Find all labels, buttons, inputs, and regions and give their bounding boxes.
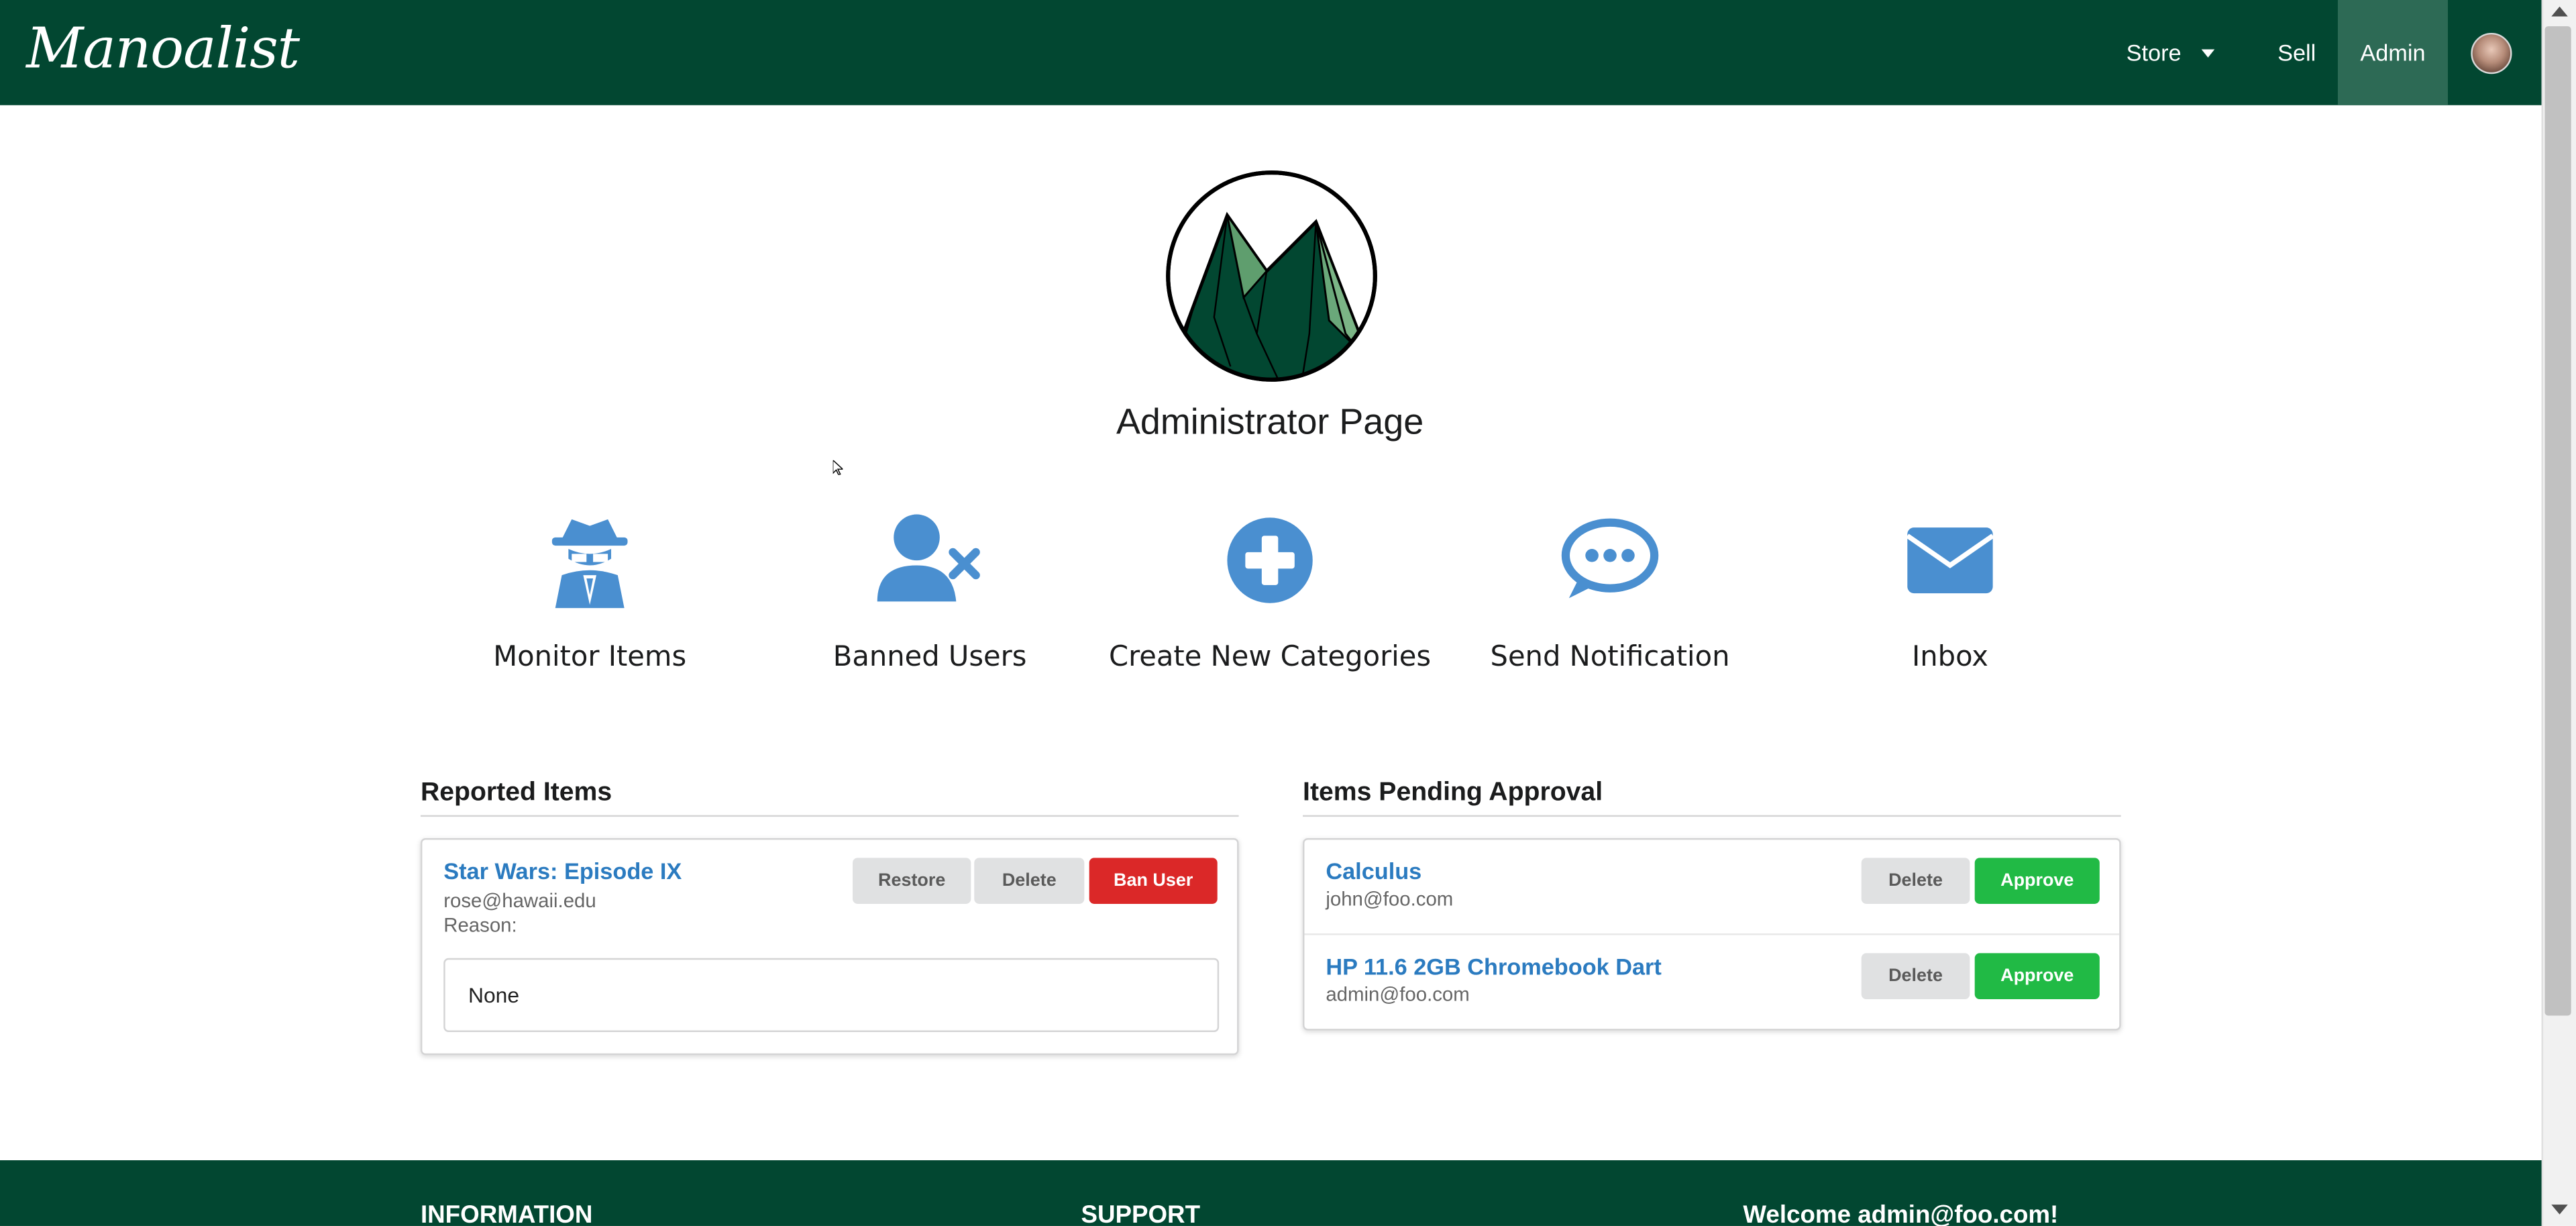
list-item: HP 11.6 2GB Chromebook Dart admin@foo.co… [1304,933,2120,1029]
approve-button[interactable]: Approve [1974,953,2100,999]
delete-button[interactable]: Delete [974,858,1085,904]
tile-label: Banned Users [833,641,1027,674]
page-root: Manoalist Store Sell Admin Administrator… [0,0,2576,1226]
reason-text: None [443,958,1220,1032]
page-title: Administrator Page [1116,401,1424,442]
scroll-up-arrow-icon[interactable] [2551,6,2568,17]
sell-link[interactable]: Sell [2261,0,2333,105]
store-label: Store [2126,39,2182,66]
tile-label: Inbox [1911,641,1988,674]
pending-approval-heading: Items Pending Approval [1303,779,2121,817]
tile-label: Monitor Items [493,641,687,674]
reported-items-card: Star Wars: Episode IX rose@hawaii.edu Re… [420,837,1239,1056]
approve-button[interactable]: Approve [1974,858,2100,904]
monitor-items-tile[interactable]: Monitor Items [425,509,754,674]
banned-users-tile[interactable]: Banned Users [765,509,1094,674]
top-navbar: Manoalist Store Sell Admin [0,0,2542,105]
ban-user-button[interactable]: Ban User [1089,858,1218,904]
caret-down-icon [2201,48,2214,57]
item-title-link[interactable]: Star Wars: Episode IX [443,858,682,884]
pending-items-card: Calculus john@foo.com Delete Approve HP … [1303,837,2121,1031]
footer-welcome-heading: Welcome admin@foo.com! [1743,1201,2059,1226]
tile-label: Create New Categories [1109,641,1432,674]
spy-icon [551,519,628,609]
reported-items-heading: Reported Items [420,779,1239,817]
avatar[interactable] [2471,32,2512,74]
mouse-cursor-icon [833,460,843,475]
chat-bubble-icon [1561,518,1659,599]
item-title-link[interactable]: Calculus [1326,858,1421,884]
send-notification-tile[interactable]: Send Notification [1446,509,1774,674]
brand-logo[interactable]: Manoalist [26,16,300,82]
restore-button[interactable]: Restore [853,858,971,904]
item-email: admin@foo.com [1326,982,1470,1006]
item-email: john@foo.com [1326,887,1454,911]
list-item: Star Wars: Episode IX rose@hawaii.edu Re… [422,839,1237,1056]
delete-button[interactable]: Delete [1861,858,1970,904]
reason-label: Reason: [443,913,517,937]
site-footer [0,1160,2542,1226]
footer-support-heading: SUPPORT [1081,1201,1201,1226]
inbox-tile[interactable]: Inbox [1786,509,2114,674]
delete-button[interactable]: Delete [1861,953,1970,999]
admin-link[interactable]: Admin [2337,0,2449,105]
create-categories-tile[interactable]: Create New Categories [1106,509,1434,674]
footer-information-heading: INFORMATION [420,1201,593,1226]
user-times-icon [877,514,980,602]
store-dropdown[interactable]: Store [2106,0,2235,105]
scrollbar-thumb[interactable] [2544,26,2571,1016]
mountain-logo-icon [1166,170,1377,382]
plus-circle-icon [1227,517,1313,603]
envelope-icon [1906,527,1994,594]
item-title-link[interactable]: HP 11.6 2GB Chromebook Dart [1326,953,1662,979]
scroll-down-arrow-icon[interactable] [2551,1205,2568,1215]
item-email: rose@hawaii.edu [443,888,596,913]
tile-label: Send Notification [1490,641,1730,674]
list-item: Calculus john@foo.com Delete Approve [1305,839,2120,933]
